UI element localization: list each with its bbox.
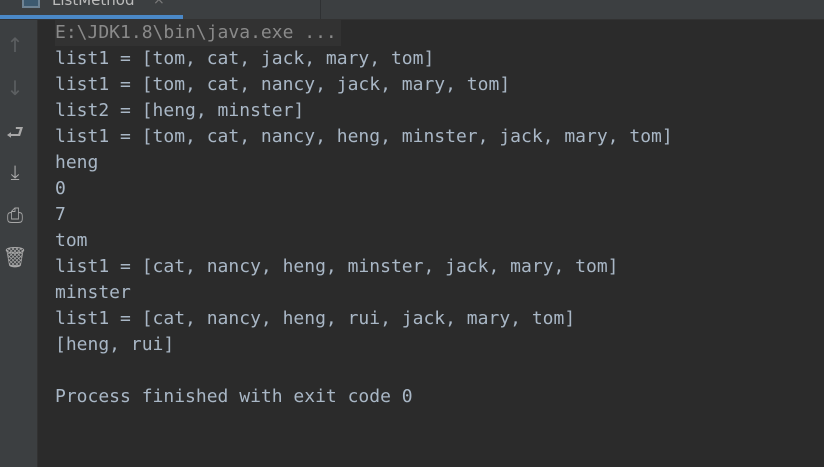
trash-icon[interactable]: 🗑: [0, 244, 30, 270]
console-output[interactable]: E:\JDK1.8\bin\java.exe ... list1 = [tom, …: [55, 20, 824, 410]
command-line[interactable]: E:\JDK1.8\bin\java.exe ...: [55, 20, 341, 46]
print-icon[interactable]: ⎙: [0, 202, 30, 228]
output-line: 0: [55, 178, 66, 199]
output-line: list1 = [tom, cat, jack, mary, tom]: [55, 48, 435, 69]
active-tab-indicator: [0, 15, 183, 19]
output-line: heng: [55, 152, 99, 173]
output-line: list2 = [heng, minster]: [55, 100, 305, 121]
output-line: tom: [55, 230, 88, 251]
arrow-down-icon[interactable]: ↓: [0, 75, 30, 101]
soft-wrap-icon[interactable]: ⮐: [0, 119, 30, 145]
output-line: 7: [55, 204, 66, 225]
output-line: list1 = [cat, nancy, heng, rui, jack, ma…: [55, 308, 576, 329]
console-toolbar: ↑ ↓ ⮐ ⤓ ⎙ 🗑: [0, 20, 38, 467]
tab-label: ListMethod: [52, 0, 135, 9]
output-line: list1 = [tom, cat, nancy, jack, mary, to…: [55, 74, 511, 95]
exit-status-line: Process finished with exit code 0: [55, 386, 413, 407]
output-line: [heng, rui]: [55, 334, 175, 355]
output-line: minster: [55, 282, 131, 303]
tab-divider: [320, 0, 321, 19]
close-icon[interactable]: ×: [153, 0, 165, 8]
output-line: list1 = [cat, nancy, heng, minster, jack…: [55, 256, 619, 277]
tab-bar: ListMethod ×: [0, 0, 824, 20]
scroll-to-end-icon[interactable]: ⤓: [0, 159, 30, 185]
tab-listmethod[interactable]: ListMethod ×: [0, 0, 183, 19]
output-line: list1 = [tom, cat, nancy, heng, minster,…: [55, 126, 673, 147]
arrow-up-icon[interactable]: ↑: [0, 32, 30, 58]
run-config-icon: [22, 0, 40, 8]
